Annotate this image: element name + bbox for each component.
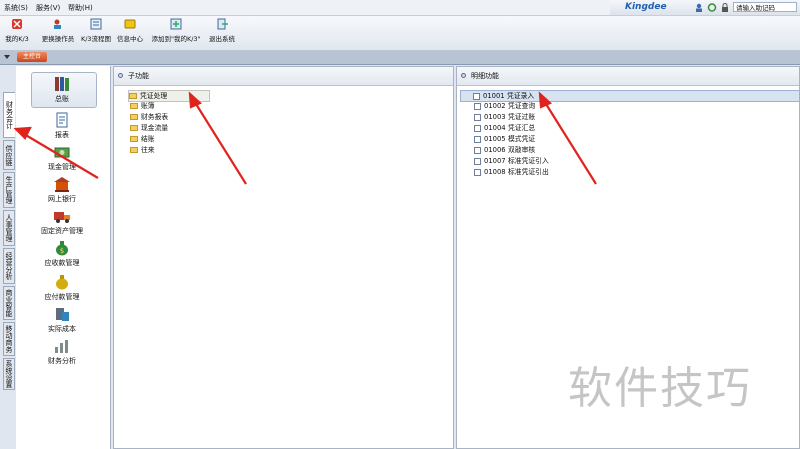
module-financial-analysis[interactable]: 财务分析 [30,338,94,366]
analysis-chart-icon [55,340,68,353]
svg-text:$: $ [60,247,64,255]
menu-help[interactable]: 帮助(H) [68,3,93,13]
document-icon [474,113,481,121]
module-online-banking[interactable]: 网上银行 [30,176,94,204]
message-center-icon [124,19,136,29]
mnemonic-search-input[interactable]: 请输入助记码 [733,2,797,12]
toolbar: 我的K/3 更换操作员 K/3流程图 信息中心 添加到"我的K/3" 退出系统 [0,16,800,51]
coin-bag-icon [56,275,68,290]
panel-bullet-icon [461,73,466,78]
sub-item-financial-reports[interactable]: 财务报表 [130,112,168,122]
document-icon [474,146,481,154]
document-icon [474,168,481,176]
flowchart-button[interactable]: K/3流程图 [78,18,114,43]
folder-icon [129,93,137,99]
module-reports[interactable]: 报表 [30,112,94,140]
menu-service[interactable]: 服务(V) [36,3,60,13]
sub-item-transactions[interactable]: 往来 [130,145,155,155]
exit-icon [217,18,228,30]
truck-icon [54,212,70,223]
change-operator-icon [54,19,61,29]
watermark-text: 软件技巧 [568,363,752,414]
document-icon [474,124,481,132]
cash-icon [54,147,70,158]
cost-icon [56,308,69,321]
menu-system[interactable]: 系统(S) [4,3,28,13]
sub-item-cash-flow[interactable]: 现金流量 [130,123,168,133]
document-icon [474,135,481,143]
detail-item[interactable]: 01005 模式凭证 [474,134,535,144]
flowchart-icon [90,18,102,30]
module-receivables[interactable]: $ 应收款管理 [30,240,94,268]
sub-function-header: 子功能 [114,67,453,86]
kingdee-logo: Kingdee [625,2,667,12]
detail-item[interactable]: 01003 凭证过账 [474,112,535,122]
panel-bullet-icon [118,73,123,78]
vtab-hr[interactable]: 人事管理 [3,210,15,246]
tab-strip [0,51,800,65]
ledger-books-icon [55,77,69,91]
my-k3-button[interactable]: 我的K/3 [2,18,32,43]
vtab-system-settings[interactable]: 系统设置 [3,358,15,390]
document-icon [474,102,481,110]
vtab-supply-chain[interactable]: 供应链 [3,140,15,170]
module-payables[interactable]: 应付款管理 [30,274,94,302]
module-fixed-assets[interactable]: 固定资产管理 [30,208,94,236]
vtab-mobile-commerce[interactable]: 移动商务 [3,322,15,356]
message-center-button[interactable]: 信息中心 [114,18,146,43]
add-favorite-icon [170,18,182,30]
bank-icon [54,177,70,192]
tab-dropdown-icon[interactable] [4,55,10,59]
sub-item-books[interactable]: 账簿 [130,101,155,111]
add-to-my-k3-button[interactable]: 添加到"我的K/3" [148,18,204,43]
folder-icon [130,147,138,153]
report-icon [56,112,68,128]
module-general-ledger[interactable]: 总账 [30,76,94,104]
vtab-production[interactable]: 生产管理 [3,172,15,208]
folder-icon [130,103,138,109]
document-icon [474,157,481,165]
folder-icon [130,136,138,142]
money-bag-icon: $ [56,241,68,256]
detail-item[interactable]: 01002 凭证查询 [474,101,535,111]
module-cash-management[interactable]: 现金管理 [30,144,94,172]
sub-item-closing[interactable]: 结账 [130,134,155,144]
module-actual-cost[interactable]: 实际成本 [30,306,94,334]
my-k3-icon [12,19,22,29]
detail-item[interactable]: 01006 双敲审核 [474,145,535,155]
detail-item[interactable]: 01004 凭证汇总 [474,123,535,133]
document-icon [473,92,480,100]
detail-item[interactable]: 01008 标准凭证引出 [474,167,549,177]
change-operator-button[interactable]: 更换操作员 [40,18,76,43]
vtab-business-intelligence[interactable]: 商业智能 [3,286,15,320]
exit-system-button[interactable]: 退出系统 [206,18,238,43]
refresh-icon[interactable] [707,3,717,12]
folder-icon [130,125,138,131]
user-icon[interactable] [694,3,704,12]
tab-main-console[interactable]: 主控台 [17,52,47,62]
folder-icon [130,114,138,120]
lock-icon[interactable] [720,3,730,12]
vtab-business-analysis[interactable]: 经营分析 [3,248,15,284]
detail-function-header: 明细功能 [457,67,799,86]
detail-item[interactable]: 01007 标准凭证引入 [474,156,549,166]
vtab-financial-accounting[interactable]: 财务会计 [3,92,15,138]
